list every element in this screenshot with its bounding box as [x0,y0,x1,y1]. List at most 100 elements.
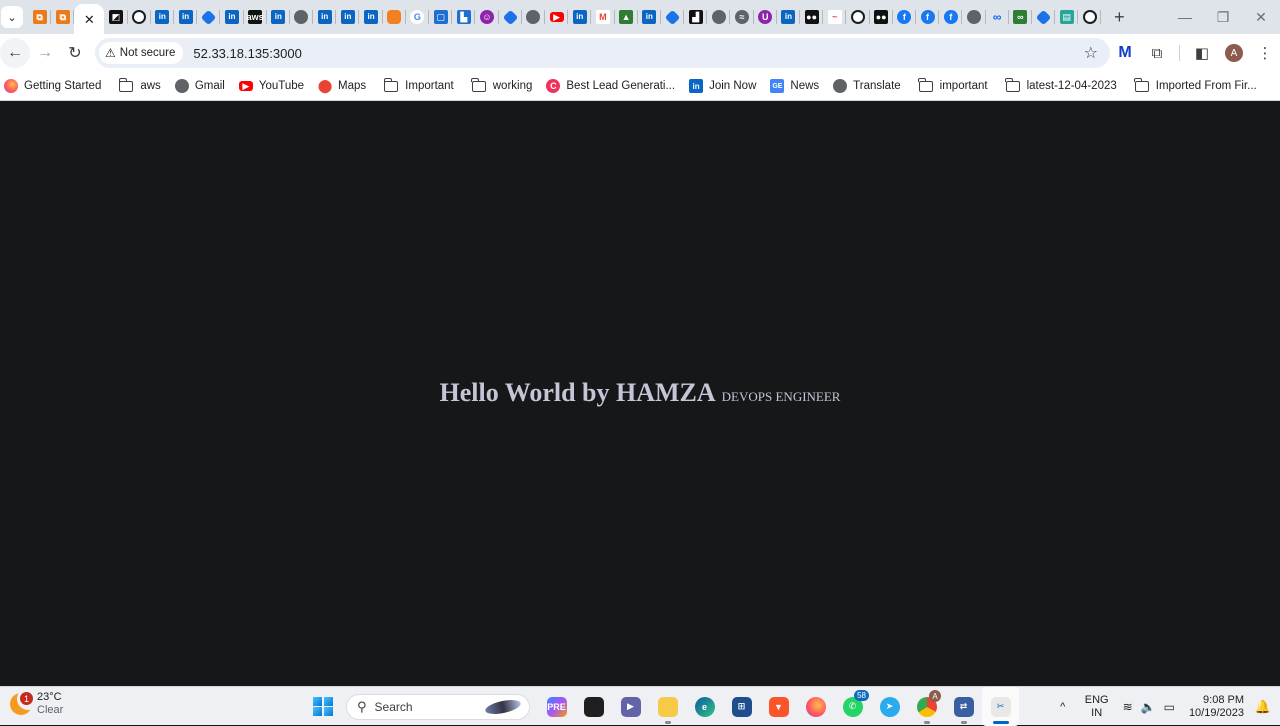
bookmark-item[interactable]: GE News [770,74,827,98]
copilot-app[interactable]: PRE [538,687,575,726]
bookmark-folder[interactable]: Important [380,74,462,98]
maximize-button[interactable]: ❐ [1204,0,1242,34]
tab[interactable]: ⧉ [28,0,52,34]
snipping-tool-app[interactable]: ✂ [982,687,1019,726]
back-button[interactable]: ← [0,38,30,68]
bookmark-item[interactable]: Translate [833,74,909,98]
tab[interactable] [128,0,151,34]
malwarebytes-extension-button[interactable]: M [1109,37,1141,69]
chrome-app[interactable]: A [908,687,945,726]
tab[interactable]: ~ [823,0,847,34]
tab[interactable]: f [916,0,940,34]
tab-search-button[interactable]: ⌄ [1,6,23,28]
tab[interactable] [846,0,870,34]
start-button[interactable] [310,694,336,720]
tab[interactable] [522,0,546,34]
tab[interactable]: in [267,0,291,34]
quick-settings-button[interactable]: ≋ 🔈 ▭ [1123,700,1175,714]
tab[interactable] [707,0,731,34]
bookmark-folder[interactable]: aws [115,74,168,98]
tab[interactable]: in [151,0,175,34]
notifications-button[interactable]: 🔔 [1252,699,1274,715]
tab[interactable] [290,0,314,34]
minimize-button[interactable]: — [1166,0,1204,34]
tab[interactable]: ☺ [475,0,499,34]
tab[interactable]: in [336,0,360,34]
bookmark-item[interactable]: ▶ YouTube [238,74,312,98]
tab-active[interactable]: ✕ [74,4,105,34]
tab[interactable]: ≈ [730,0,754,34]
bookmark-item[interactable]: Getting Started [4,74,109,98]
tab[interactable]: aws [244,0,267,34]
profile-button[interactable]: A [1218,37,1250,69]
tab[interactable]: ▤ [1055,0,1079,34]
brave-app[interactable]: ▼ [760,687,797,726]
tab[interactable]: ▶ [545,0,569,34]
tab[interactable]: M [591,0,615,34]
weather-condition: Clear [37,704,64,716]
tab[interactable] [661,0,685,34]
tab[interactable]: in [568,0,592,34]
show-hidden-icons-button[interactable]: ^ [1053,701,1073,713]
clock[interactable]: 9:08 PM 10/19/2023 [1189,694,1244,720]
telegram-app[interactable]: ➤ [871,687,908,726]
tab[interactable] [499,0,522,34]
tab[interactable]: G [406,0,430,34]
tab[interactable]: in [359,0,383,34]
tab[interactable]: in [174,0,198,34]
url-text[interactable]: 52.33.18.135:3000 [193,46,301,61]
new-tab-button[interactable]: + [1107,5,1131,29]
tab[interactable]: ∞ [986,0,1009,34]
tab[interactable]: in [638,0,662,34]
remote-desktop-app[interactable]: ⇄ [945,687,982,726]
tab[interactable]: ▙ [452,0,476,34]
bookmark-item[interactable]: in Join Now [689,74,764,98]
ms-store-app[interactable]: ⊞ [723,687,760,726]
tab[interactable]: ●● [870,0,893,34]
bookmark-folder[interactable]: important [915,74,996,98]
forward-button[interactable]: → [30,38,60,68]
file-explorer-app[interactable] [649,687,686,726]
menu-button[interactable]: ⋮ [1250,37,1280,69]
bookmark-item[interactable]: ⬤ Maps [318,74,374,98]
close-window-button[interactable]: ✕ [1242,0,1280,34]
whatsapp-app[interactable]: ✆ 58 [834,687,871,726]
taskbar-search[interactable]: ⚲ Search [346,693,530,720]
close-icon[interactable]: ✕ [82,12,96,26]
bookmark-star-icon[interactable]: ☆ [1084,43,1098,63]
address-bar[interactable]: ⚠ Not secure 52.33.18.135:3000 ☆ [95,38,1110,68]
tab[interactable]: f [939,0,963,34]
tab[interactable]: ●● [800,0,824,34]
bookmark-folder[interactable]: latest-12-04-2023 [1002,74,1125,98]
tab[interactable]: f [893,0,917,34]
bookmark-folder[interactable]: working [468,74,541,98]
tab[interactable]: ∞ [1009,0,1033,34]
security-indicator[interactable]: ⚠ Not secure [99,42,184,64]
tab[interactable]: ▢ [429,0,453,34]
edge-app[interactable]: e [686,687,723,726]
tab[interactable]: ▟ [684,0,708,34]
tab[interactable] [1078,0,1102,34]
tab[interactable]: ⧉ [51,0,75,34]
bookmark-folder[interactable]: Imported From Fir... [1131,74,1265,98]
tab[interactable]: ◩ [104,0,128,34]
extensions-button[interactable]: ⧉ [1141,37,1173,69]
teams-app[interactable]: ▶ [612,687,649,726]
weather-widget[interactable]: 1 23°C Clear [10,691,63,717]
tab[interactable]: in [220,0,244,34]
reload-button[interactable]: ↻ [60,38,90,68]
tab[interactable] [1032,0,1056,34]
tab[interactable] [197,0,221,34]
tab[interactable]: U [754,0,778,34]
tab[interactable]: ▲ [615,0,638,34]
firefox-app[interactable] [797,687,834,726]
tab[interactable] [383,0,407,34]
tab[interactable] [962,0,986,34]
bookmark-item[interactable]: Gmail [174,74,233,98]
task-view-app[interactable] [575,687,612,726]
tab[interactable]: in [313,0,337,34]
language-indicator[interactable]: ENG IN [1085,694,1109,720]
bookmark-item[interactable]: C Best Lead Generati... [546,74,683,98]
side-panel-button[interactable]: ◧ [1186,37,1218,69]
tab[interactable]: in [777,0,801,34]
